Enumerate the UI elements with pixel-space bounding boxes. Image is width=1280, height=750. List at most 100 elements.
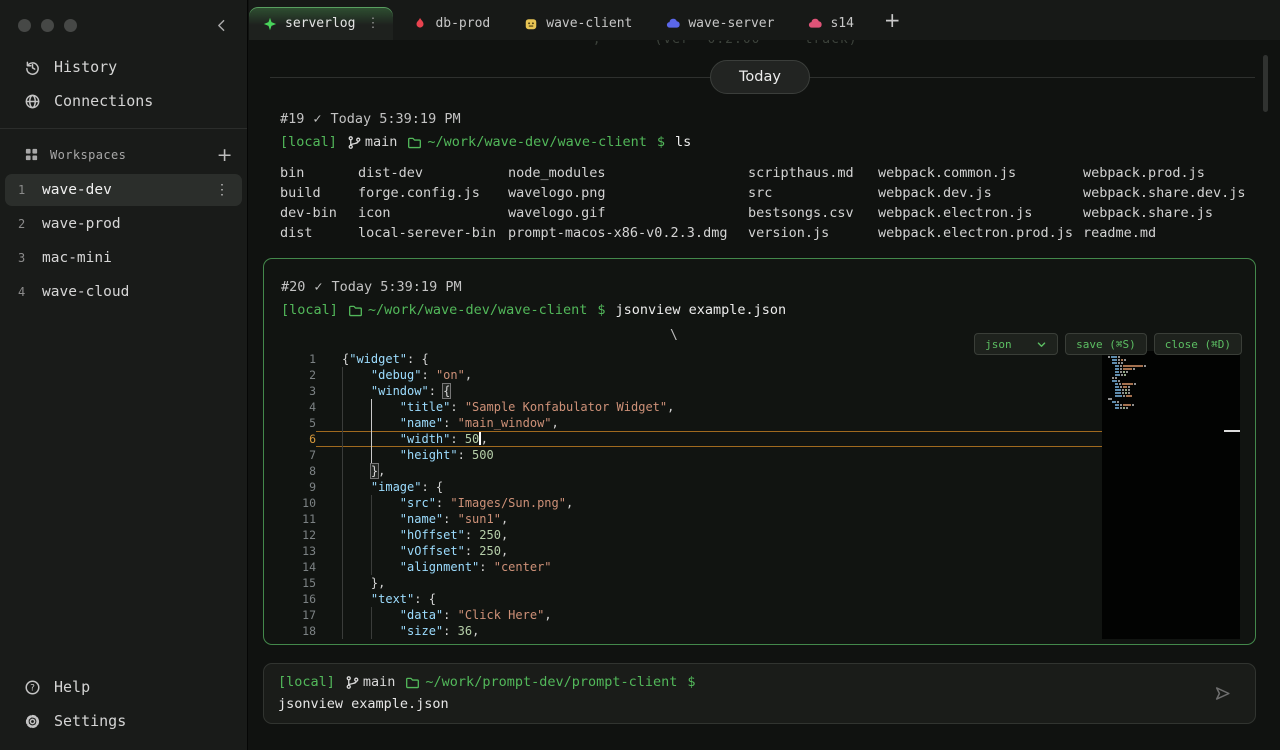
add-tab-button[interactable]: + (884, 8, 901, 32)
tab-wave-client[interactable]: wave-client (510, 7, 646, 40)
window-control-dot[interactable] (64, 19, 77, 32)
minimap-line (1108, 389, 1240, 391)
send-icon[interactable] (1214, 685, 1231, 702)
command-block-19-prompt: [local] main ~/work/wave-dev/wave-client… (280, 134, 691, 150)
code-text: {"widget": { (342, 351, 429, 367)
workspace-item-mac-mini[interactable]: 3mac-mini (5, 242, 242, 274)
tab-bar: serverlog⋮db-prod wave-client wave-server s… (249, 0, 1280, 40)
code-text: "alignment": "center" (342, 559, 552, 575)
code-line: 5 "name": "main_window", (272, 415, 1247, 431)
ls-filename: webpack.electron.js (878, 203, 1083, 223)
ls-filename: local-serever-bin (358, 223, 508, 243)
workspace-item-wave-cloud[interactable]: 4wave-cloud (5, 276, 242, 308)
minimap-line (1108, 401, 1240, 403)
timeline-today-pill[interactable]: Today (710, 60, 810, 94)
code-line: 7 "height": 500 (272, 447, 1247, 463)
workspace-index: 4 (18, 285, 27, 299)
code-text: "debug": "on", (342, 367, 472, 383)
ls-column: webpack.common.jswebpack.dev.jswebpack.e… (878, 163, 1083, 243)
code-line: 3 "window": { (272, 383, 1247, 399)
line-number: 18 (272, 623, 316, 639)
prompt-dollar: $ (687, 674, 695, 690)
mode-select[interactable]: json (974, 333, 1058, 355)
prompt-host: [local] (280, 134, 337, 150)
command-timestamp: Today 5:39:19 PM (332, 279, 462, 295)
prompt-branch: main (365, 134, 398, 150)
sidebar-divider (0, 128, 247, 129)
workspace-item-wave-prod[interactable]: 2wave-prod (5, 208, 242, 240)
timeline-label: Today (739, 69, 781, 85)
sidebar-item-history[interactable]: History (0, 50, 247, 84)
history-icon (24, 59, 41, 76)
ls-filename: src (748, 183, 878, 203)
editor-minimap[interactable] (1102, 351, 1240, 639)
prompt-host: [local] (281, 302, 338, 318)
code-line: 2 "debug": "on", (272, 367, 1247, 383)
workspace-menu-icon[interactable]: ⋮ (215, 182, 229, 198)
minimap-line (1108, 407, 1240, 409)
main-area: serverlog⋮db-prod wave-client wave-server s… (249, 0, 1280, 750)
code-line: 11 "name": "sun1", (272, 511, 1247, 527)
cloud-icon (808, 17, 822, 31)
ls-filename: dist-dev (358, 163, 508, 183)
minimap-line (1108, 356, 1240, 358)
ls-filename: webpack.common.js (878, 163, 1083, 183)
minimap-line (1108, 377, 1240, 379)
code-line: 8 }, (272, 463, 1247, 479)
gear-icon (24, 713, 41, 730)
code-text: "name": "sun1", (342, 511, 508, 527)
code-text: "window": { (342, 383, 450, 399)
command-block-20[interactable]: #20 ✓ Today 5:39:19 PM [local] ~/work/wa… (263, 258, 1256, 645)
save-button-label: save (⌘S) (1076, 338, 1136, 351)
ls-filename: webpack.electron.prod.js (878, 223, 1083, 243)
command-input-box[interactable]: [local] main ~/work/prompt-dev/prompt-cl… (263, 663, 1256, 724)
cloud-icon (666, 17, 680, 31)
minimap-line (1108, 374, 1240, 376)
json-code-editor[interactable]: 1{"widget": {2 "debug": "on",3 "window":… (272, 351, 1247, 639)
sidebar-item-label: History (54, 58, 117, 76)
folder-icon (348, 303, 363, 318)
prompt-cwd: ~/work/wave-dev/wave-client (427, 134, 646, 150)
ls-filename: webpack.dev.js (878, 183, 1083, 203)
workspace-index: 1 (18, 183, 27, 197)
close-button[interactable]: close (⌘D) (1154, 333, 1242, 355)
tab-serverlog[interactable]: serverlog⋮ (249, 7, 393, 40)
minimap-line (1108, 368, 1240, 370)
workspace-item-wave-dev[interactable]: 1wave-dev⋮ (5, 174, 242, 206)
line-number: 12 (272, 527, 316, 543)
vertical-scrollbar[interactable] (1263, 55, 1268, 112)
save-button[interactable]: save (⌘S) (1065, 333, 1147, 355)
code-text: "image": { (342, 479, 443, 495)
code-text: "height": 500 (342, 447, 494, 463)
ls-filename: bestsongs.csv (748, 203, 878, 223)
line-number: 7 (272, 447, 316, 463)
tab-menu-icon[interactable]: ⋮ (366, 16, 379, 31)
command-input-value[interactable]: jsonview example.json (278, 696, 449, 712)
code-text: "text": { (342, 591, 436, 607)
ls-filename: version.js (748, 223, 878, 243)
window-control-dot[interactable] (18, 19, 31, 32)
ls-filename: forge.config.js (358, 183, 508, 203)
line-number: 5 (272, 415, 316, 431)
sidebar-item-connections[interactable]: Connections (0, 84, 247, 118)
tab-s14[interactable]: s14 (794, 7, 867, 40)
sidebar-item-settings[interactable]: Settings (0, 704, 247, 738)
ls-filename: readme.md (1083, 223, 1246, 243)
tab-db-prod[interactable]: db-prod (399, 7, 504, 40)
line-number: 3 (272, 383, 316, 399)
tab-wave-server[interactable]: wave-server (652, 7, 788, 40)
ls-column: webpack.prod.jswebpack.share.dev.jswebpa… (1083, 163, 1246, 243)
add-workspace-button[interactable]: + (217, 148, 233, 162)
line-number: 4 (272, 399, 316, 415)
window-controls (18, 19, 77, 32)
tab-label: wave-server (688, 16, 774, 31)
sidebar-collapse-button[interactable] (213, 17, 231, 35)
ls-filename: icon (358, 203, 508, 223)
globe-icon (24, 93, 41, 110)
minimap-line (1108, 380, 1240, 382)
sidebar-item-help[interactable]: ? Help (0, 670, 247, 704)
scrollback-clipped-line: · ·· · ··· · ··· ···· ···· ····· ···, ··… (275, 40, 1190, 47)
folder-icon (407, 135, 422, 150)
window-control-dot[interactable] (41, 19, 54, 32)
tab-label: wave-client (546, 16, 632, 31)
